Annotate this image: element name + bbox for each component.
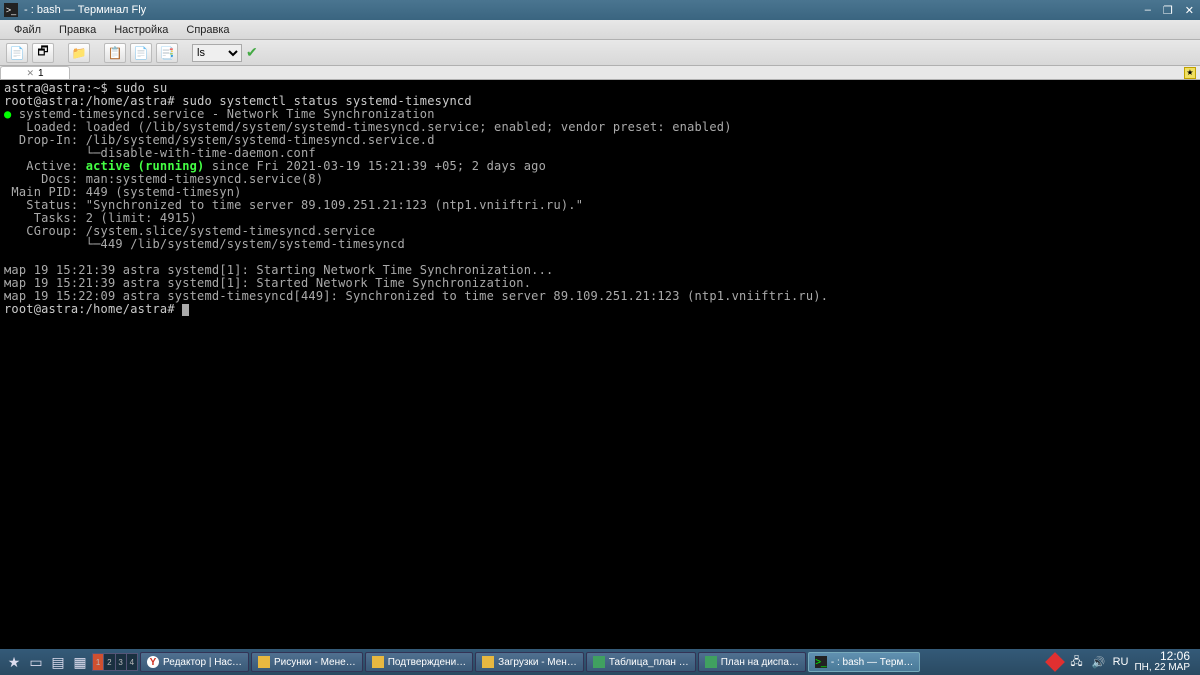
- command-select[interactable]: ls: [192, 44, 242, 62]
- workspace-4[interactable]: 4: [127, 654, 137, 670]
- clipboard-button[interactable]: 📑: [156, 43, 178, 63]
- tab-right-controls: ★: [1184, 66, 1200, 79]
- keyboard-layout[interactable]: RU: [1113, 656, 1129, 668]
- open-button[interactable]: 📁: [68, 43, 90, 63]
- system-tray: 🖧 🔊 RU 12:06 ПН, 22 МАР: [1041, 651, 1196, 673]
- taskbar-app-table[interactable]: Таблица_план …: [586, 652, 696, 672]
- star-icon[interactable]: ★: [1184, 67, 1196, 79]
- start-menu-button[interactable]: ★: [4, 652, 24, 672]
- taskbar-app-editor[interactable]: YРедактор | Нас…: [140, 652, 249, 672]
- taskbar-app-downloads[interactable]: Загрузки - Мен…: [475, 652, 584, 672]
- updater-icon[interactable]: [1047, 654, 1063, 670]
- network-icon[interactable]: 🖧: [1069, 654, 1085, 670]
- window-titlebar: >_ - : bash — Терминал Fly – ❐ ✕: [0, 0, 1200, 20]
- new-tab-button[interactable]: 📄: [6, 43, 28, 63]
- workspace-3[interactable]: 3: [116, 654, 127, 670]
- taskbar-app-terminal[interactable]: >_- : bash — Терм…: [808, 652, 920, 672]
- clock[interactable]: 12:06 ПН, 22 МАР: [1134, 651, 1190, 673]
- workspace-2[interactable]: 2: [104, 654, 115, 670]
- taskbar-app-plan[interactable]: План на диспа…: [698, 652, 806, 672]
- sound-icon[interactable]: 🔊: [1091, 654, 1107, 670]
- taskbar: ★ ▭ ▤ ▦ 1 2 3 4 YРедактор | Нас… Рисунки…: [0, 649, 1200, 675]
- terminal-icon: >_: [815, 656, 827, 668]
- new-window-button[interactable]: 🗗: [32, 43, 54, 63]
- show-desktop-button[interactable]: ▭: [26, 652, 46, 672]
- folder-icon: [372, 656, 384, 668]
- menu-edit[interactable]: Правка: [51, 22, 104, 38]
- tab-close-icon[interactable]: ✕: [26, 68, 34, 79]
- terminal-tab[interactable]: ✕ 1: [0, 66, 70, 79]
- terminal-app-icon: >_: [4, 3, 18, 17]
- menu-help[interactable]: Справка: [178, 22, 237, 38]
- run-command-button[interactable]: ✔: [246, 44, 258, 61]
- maximize-button[interactable]: ❐: [1161, 4, 1175, 17]
- folder-icon: [482, 656, 494, 668]
- close-button[interactable]: ✕: [1183, 4, 1196, 17]
- file-manager-button[interactable]: ▤: [48, 652, 68, 672]
- menu-settings[interactable]: Настройка: [106, 22, 176, 38]
- clock-time: 12:06: [1134, 651, 1190, 662]
- paste-button[interactable]: 📄: [130, 43, 152, 63]
- folder-icon: [258, 656, 270, 668]
- clock-date: ПН, 22 МАР: [1134, 662, 1190, 673]
- window-list-button[interactable]: ▦: [70, 652, 90, 672]
- spreadsheet-icon: [593, 656, 605, 668]
- tab-strip: ✕ 1 ★: [0, 66, 1200, 80]
- yandex-icon: Y: [147, 656, 159, 668]
- menu-file[interactable]: Файл: [6, 22, 49, 38]
- copy-button[interactable]: 📋: [104, 43, 126, 63]
- taskbar-app-pictures[interactable]: Рисунки - Мене…: [251, 652, 363, 672]
- terminal-cursor: [182, 304, 189, 316]
- tab-label: 1: [38, 68, 44, 79]
- workspace-switcher[interactable]: 1 2 3 4: [92, 653, 138, 671]
- menubar: Файл Правка Настройка Справка: [0, 20, 1200, 40]
- toolbar: 📄 🗗 📁 📋 📄 📑 ls ✔: [0, 40, 1200, 66]
- minimize-button[interactable]: –: [1143, 4, 1153, 17]
- workspace-1[interactable]: 1: [93, 654, 104, 670]
- taskbar-app-confirm[interactable]: Подтверждени…: [365, 652, 473, 672]
- spreadsheet-icon: [705, 656, 717, 668]
- terminal-output[interactable]: astra@astra:~$ sudo su root@astra:/home/…: [0, 80, 1200, 649]
- window-title: - : bash — Терминал Fly: [24, 4, 1143, 16]
